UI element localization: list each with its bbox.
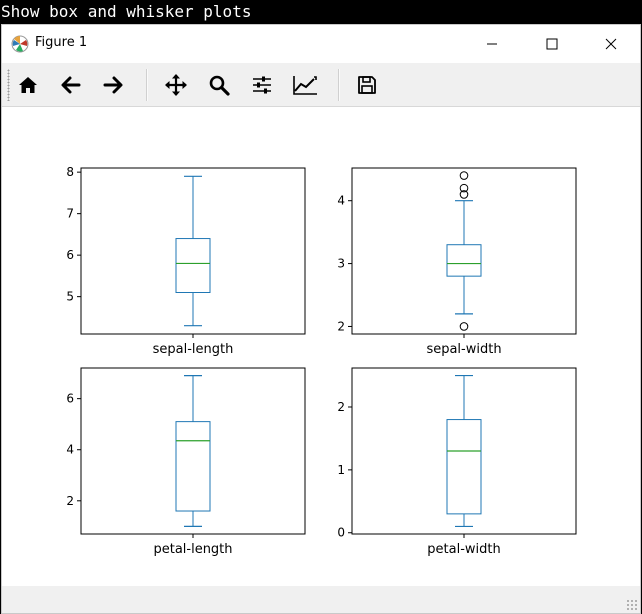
arrow-left-icon [61,76,81,94]
y-tick-label: 2 [66,494,74,508]
x-tick-label: sepal-width [426,342,501,357]
magnifier-icon [209,75,230,96]
resize-grip[interactable] [626,599,638,611]
y-tick-label: 3 [337,257,345,271]
x-tick-label: sepal-length [153,342,234,357]
configure-subplots-button[interactable] [246,69,278,101]
home-button[interactable] [12,69,44,101]
arrow-right-icon [103,76,123,94]
toolbar-separator [146,69,148,101]
minimize-icon [487,43,497,45]
back-button[interactable] [55,69,87,101]
y-tick-label: 1 [337,463,345,477]
y-tick-label: 6 [66,248,74,262]
maximize-button[interactable] [529,25,575,63]
y-tick-label: 4 [337,194,345,208]
y-tick-label: 4 [66,443,74,457]
move-icon [165,74,187,96]
toolbar-separator [338,69,340,101]
line-chart-icon [293,76,317,95]
pan-button[interactable] [160,69,192,101]
maximize-icon [546,38,558,50]
edit-axis-button[interactable] [289,69,321,101]
y-tick-label: 2 [337,400,345,414]
y-tick-label: 2 [337,319,345,333]
status-bar [2,586,640,613]
close-button[interactable] [588,25,634,63]
sliders-icon [253,76,271,94]
toolbar-grip[interactable] [7,69,10,101]
terminal-title: Show box and whisker plots [0,0,642,24]
y-tick-label: 7 [66,207,74,221]
window-title: Figure 1 [35,35,88,50]
home-icon [19,77,37,93]
y-tick-label: 6 [66,392,74,406]
zoom-button[interactable] [203,69,235,101]
forward-button[interactable] [97,69,129,101]
figure-canvas[interactable]: 5 6 7 8 sepal-length 2 3 4 sepal-width 2 4 6 petal-l… [2,107,640,585]
x-tick-label: petal-width [427,542,500,557]
matplotlib-logo-icon [11,35,29,53]
floppy-disk-icon [358,76,376,94]
y-tick-label: 5 [66,290,74,304]
minimize-button[interactable] [469,25,515,63]
close-icon [605,38,617,50]
y-tick-label: 0 [337,526,345,540]
title-bar[interactable]: Figure 1 [2,25,640,63]
x-tick-label: petal-length [153,542,232,557]
y-tick-label: 8 [66,165,74,179]
figure-window: Figure 1 5 6 7 8 sepal-length 2 3 4 sepa… [1,24,641,614]
navigation-toolbar [2,63,640,107]
save-button[interactable] [351,69,383,101]
figure-svg: 5 6 7 8 sepal-length 2 3 4 sepal-width 2 4 6 petal-l… [66,165,577,557]
